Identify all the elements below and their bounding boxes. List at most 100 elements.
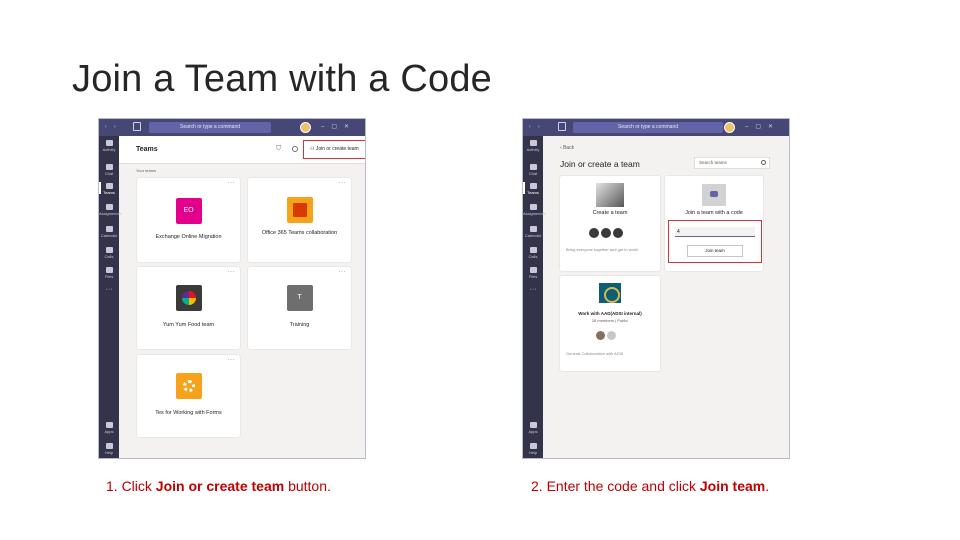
teams-icon xyxy=(105,183,113,189)
slide: Join a Team with a Code ‹ › Search or ty… xyxy=(0,0,960,540)
team-description: General Collaboration with ADSI xyxy=(566,351,624,356)
teams-app-screenshot-right: ‹ › Search or type a command –▢✕ Activit… xyxy=(522,118,790,459)
page-title: Join or create a team xyxy=(560,159,640,169)
chat-icon xyxy=(105,164,113,170)
team-card[interactable]: ··· Tes for Working with Forms xyxy=(137,355,240,437)
more-apps-icon[interactable]: ··· xyxy=(99,286,119,293)
rail-calendar[interactable]: Calendar xyxy=(523,226,543,238)
apps-icon xyxy=(529,422,537,428)
bell-icon xyxy=(529,140,537,146)
back-link[interactable]: ‹ Back xyxy=(560,145,574,151)
rail-apps[interactable]: Apps xyxy=(99,422,119,434)
command-search-input[interactable]: Search or type a command xyxy=(149,122,271,133)
caption-step-2: 2. Enter the code and click Join team. xyxy=(531,478,770,494)
team-logo-t: T xyxy=(286,285,313,311)
title-bar: ‹ › Search or type a command –▢✕ xyxy=(523,119,789,136)
teams-icon xyxy=(529,183,537,189)
rail-chat[interactable]: Chat xyxy=(99,164,119,176)
avatar xyxy=(607,331,616,340)
rail-files[interactable]: Files xyxy=(99,267,119,279)
team-emblem-icon xyxy=(599,283,621,303)
join-code-highlight: 4 Join team xyxy=(668,220,762,263)
calendar-icon xyxy=(529,226,537,232)
rail-assignments[interactable]: Assignments xyxy=(99,204,122,216)
team-logo-eo: EO xyxy=(175,198,202,224)
search-teams-input[interactable]: Search teams xyxy=(694,157,770,169)
rail-calls[interactable]: Calls xyxy=(99,247,119,259)
teams-header: Teams ⛉ ⚇ Join or create team xyxy=(119,136,365,164)
rail-help[interactable]: Help xyxy=(523,443,543,455)
team-code-input[interactable]: 4 xyxy=(675,227,755,237)
rail-files[interactable]: Files xyxy=(523,267,543,279)
app-rail: Activity Chat Teams Assignments Calendar… xyxy=(99,136,122,458)
rail-assignments[interactable]: Assignments xyxy=(523,204,546,216)
rail-apps[interactable]: Apps xyxy=(523,422,543,434)
window-controls-icon[interactable]: –▢✕ xyxy=(745,123,780,130)
join-team-button[interactable]: Join team xyxy=(687,245,743,257)
teams-app-screenshot-left: ‹ › Search or type a command –▢✕ Activit… xyxy=(98,118,366,459)
caption-step-1: 1. Click Join or create team button. xyxy=(106,478,331,494)
team-name: Office 365 Teams collaboration xyxy=(261,230,338,236)
join-team-card: Join a team with a code 4 Join team xyxy=(665,176,763,271)
assignments-icon xyxy=(105,204,113,210)
rail-calls[interactable]: Calls xyxy=(523,247,543,259)
filter-icon[interactable]: ⛉ xyxy=(276,145,281,153)
gears-logo-icon xyxy=(175,373,202,399)
rail-teams[interactable]: Teams xyxy=(523,182,543,195)
join-team-title: Join a team with a code xyxy=(685,210,743,216)
team-name: Work with AAD(ADSI internal) xyxy=(578,311,642,316)
calendar-icon xyxy=(105,226,113,232)
team-meta: 28 members | Public xyxy=(591,318,629,323)
command-search-input[interactable]: Search or type a command xyxy=(573,122,723,133)
create-team-illustration xyxy=(596,183,624,207)
create-team-card[interactable]: Create a team Bring everyone together an… xyxy=(560,176,660,271)
team-card[interactable]: ··· EO Exchange Online Migration xyxy=(137,178,240,262)
create-team-title: Create a team xyxy=(592,210,628,216)
title-bar: ‹ › Search or type a command –▢✕ xyxy=(99,119,365,136)
help-icon xyxy=(529,443,537,449)
avatar xyxy=(596,331,605,340)
bell-icon xyxy=(105,140,113,146)
join-or-create-team-button[interactable]: ⚇ Join or create team xyxy=(303,140,365,159)
team-card[interactable]: ··· Office 365 Teams collaboration xyxy=(248,178,351,262)
avatar[interactable] xyxy=(300,122,311,133)
more-options-icon[interactable]: ··· xyxy=(228,180,236,186)
rail-teams[interactable]: Teams xyxy=(99,182,119,195)
more-options-icon[interactable]: ··· xyxy=(228,269,236,275)
window-controls-icon[interactable]: –▢✕ xyxy=(321,123,356,130)
compose-icon[interactable] xyxy=(133,122,141,131)
create-team-description: Bring everyone together and get to work! xyxy=(566,247,639,252)
phone-icon xyxy=(529,247,537,253)
avatar[interactable] xyxy=(724,122,735,133)
chat-icon xyxy=(529,164,537,170)
more-options-icon[interactable]: ··· xyxy=(339,269,347,275)
join-team-illustration xyxy=(702,184,726,206)
member-avatars xyxy=(589,225,629,238)
rail-chat[interactable]: Chat xyxy=(523,164,543,176)
nav-arrows-icon[interactable]: ‹ › xyxy=(105,124,119,130)
office-logo-icon xyxy=(286,197,313,223)
more-apps-icon[interactable]: ··· xyxy=(523,286,543,293)
app-rail: Activity Chat Teams Assignments Calendar… xyxy=(523,136,546,458)
apps-icon xyxy=(105,422,113,428)
section-label: Your teams xyxy=(136,168,157,173)
page-title: Teams xyxy=(136,146,158,153)
rail-calendar[interactable]: Calendar xyxy=(99,226,119,238)
gear-icon[interactable] xyxy=(292,146,298,152)
phone-icon xyxy=(105,247,113,253)
rail-activity[interactable]: Activity xyxy=(523,140,543,152)
team-card[interactable]: ··· Yum Yum Food team xyxy=(137,267,240,349)
assignments-icon xyxy=(529,204,537,210)
more-options-icon[interactable]: ··· xyxy=(339,180,347,186)
suggested-team-card[interactable]: Work with AAD(ADSI internal) 28 members … xyxy=(560,276,660,371)
team-name: Yum Yum Food team xyxy=(162,322,215,328)
team-name: Exchange Online Migration xyxy=(155,234,222,240)
more-options-icon[interactable]: ··· xyxy=(228,357,236,363)
nav-arrows-icon[interactable]: ‹ › xyxy=(529,124,543,130)
help-icon xyxy=(105,443,113,449)
team-card[interactable]: ··· T Training xyxy=(248,267,351,349)
compose-icon[interactable] xyxy=(558,122,566,131)
files-icon xyxy=(105,267,113,273)
rail-help[interactable]: Help xyxy=(99,443,119,455)
rail-activity[interactable]: Activity xyxy=(99,140,119,152)
